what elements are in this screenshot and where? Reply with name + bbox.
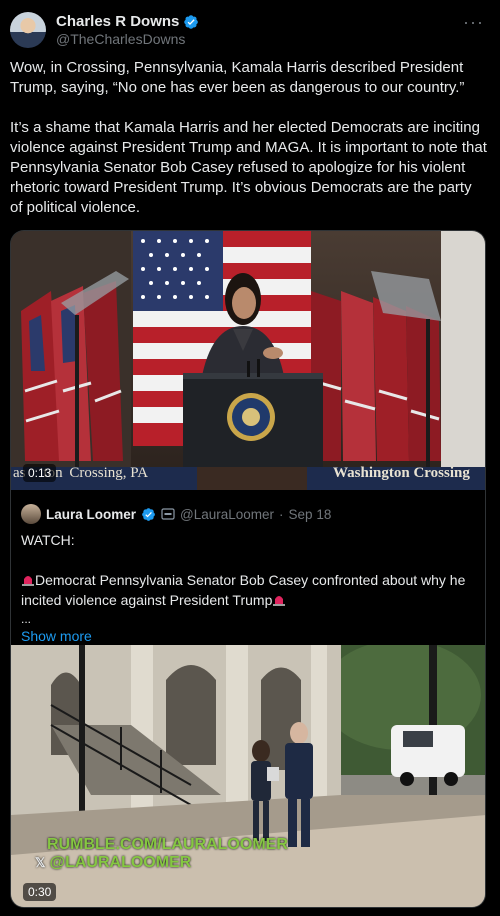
tweet-paragraph-1: Wow, in Crossing, Pennsylvania, Kamala H… (10, 59, 465, 96)
quoted-author-handle[interactable]: @LauraLoomer (180, 507, 274, 522)
show-more-link[interactable]: Show more (21, 626, 477, 646)
more-horizontal-icon[interactable]: ··· (463, 12, 484, 33)
video-thumbnail-casey[interactable]: RUMBLE.COM/LAURALOOMER 𝕏 @LAURALOOMER 0:… (11, 645, 485, 907)
quoted-author-avatar[interactable] (21, 504, 41, 524)
author-avatar[interactable] (10, 12, 46, 48)
banner-right-text: Washington Crossing (333, 465, 470, 481)
siren-icon (273, 596, 286, 606)
tweet-text: Wow, in Crossing, Pennsylvania, Kamala H… (10, 58, 488, 238)
author-name-row: Charles R Downs (56, 13, 199, 30)
siren-icon (22, 576, 34, 586)
x-logo-icon: 𝕏 (35, 855, 46, 870)
verified-badge-icon (142, 507, 155, 521)
video-duration: 0:13 (23, 464, 57, 482)
watermark-x: 𝕏 @LAURALOOMER (35, 854, 192, 871)
author-name[interactable]: Charles R Downs (56, 13, 179, 30)
podium (183, 359, 323, 467)
video-frame (11, 231, 485, 490)
watermark-rumble: RUMBLE.COM/LAURALOOMER (47, 836, 288, 853)
tweet[interactable]: Charles R Downs @TheCharlesDowns ··· Wow… (0, 0, 500, 916)
affiliate-badge-icon (161, 508, 175, 520)
quoted-line-body: Democrat Pennsylvania Senator Bob Casey … (21, 572, 466, 608)
tweet-header: Charles R Downs @TheCharlesDowns ··· (8, 10, 492, 50)
quoted-tweet-text: WATCH: Democrat Pennsylvania Senator Bob… (21, 530, 477, 646)
quoted-line-watch: WATCH: (21, 532, 75, 548)
verified-badge-icon (184, 14, 199, 29)
quoted-date[interactable]: Sep 18 (289, 507, 332, 522)
quoted-tweet-header: Laura Loomer @LauraLoomer · Sep 18 (21, 504, 331, 524)
author-handle[interactable]: @TheCharlesDowns (56, 31, 185, 47)
quoted-ellipsis: ... (21, 612, 32, 626)
video-duration: 0:30 (23, 883, 57, 901)
quoted-tweet[interactable]: Laura Loomer @LauraLoomer · Sep 18 WATCH… (10, 490, 486, 908)
video-thumbnail-harris[interactable]: aston Crossing, PA Washington Crossing 0… (10, 230, 486, 490)
quoted-separator: · (279, 506, 284, 522)
white-van (391, 725, 465, 786)
quoted-author-name[interactable]: Laura Loomer (46, 507, 136, 522)
tweet-paragraph-2: It’s a shame that Kamala Harris and her … (10, 119, 487, 216)
